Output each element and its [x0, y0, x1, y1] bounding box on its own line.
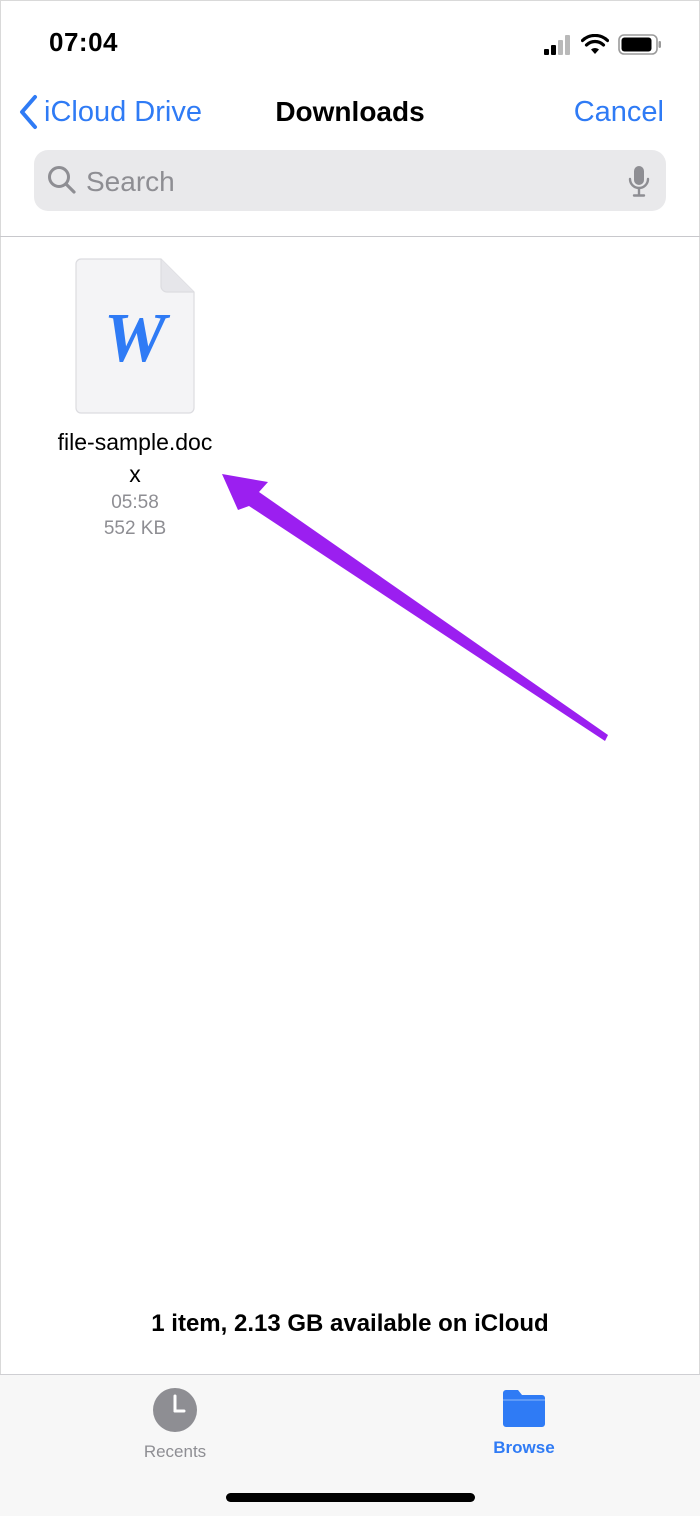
annotation-arrow: [222, 474, 608, 741]
storage-info: 1 item, 2.13 GB available on iCloud: [151, 1310, 549, 1337]
tab-recents-label: Recents: [143, 1442, 207, 1461]
home-indicator[interactable]: [226, 1493, 475, 1502]
tab-recents[interactable]: Recents: [105, 1387, 245, 1462]
tab-browse-label: Browse: [493, 1438, 555, 1457]
folder-icon: [503, 1390, 545, 1427]
tab-browse[interactable]: Browse: [454, 1387, 594, 1458]
clock-icon: [153, 1388, 197, 1432]
